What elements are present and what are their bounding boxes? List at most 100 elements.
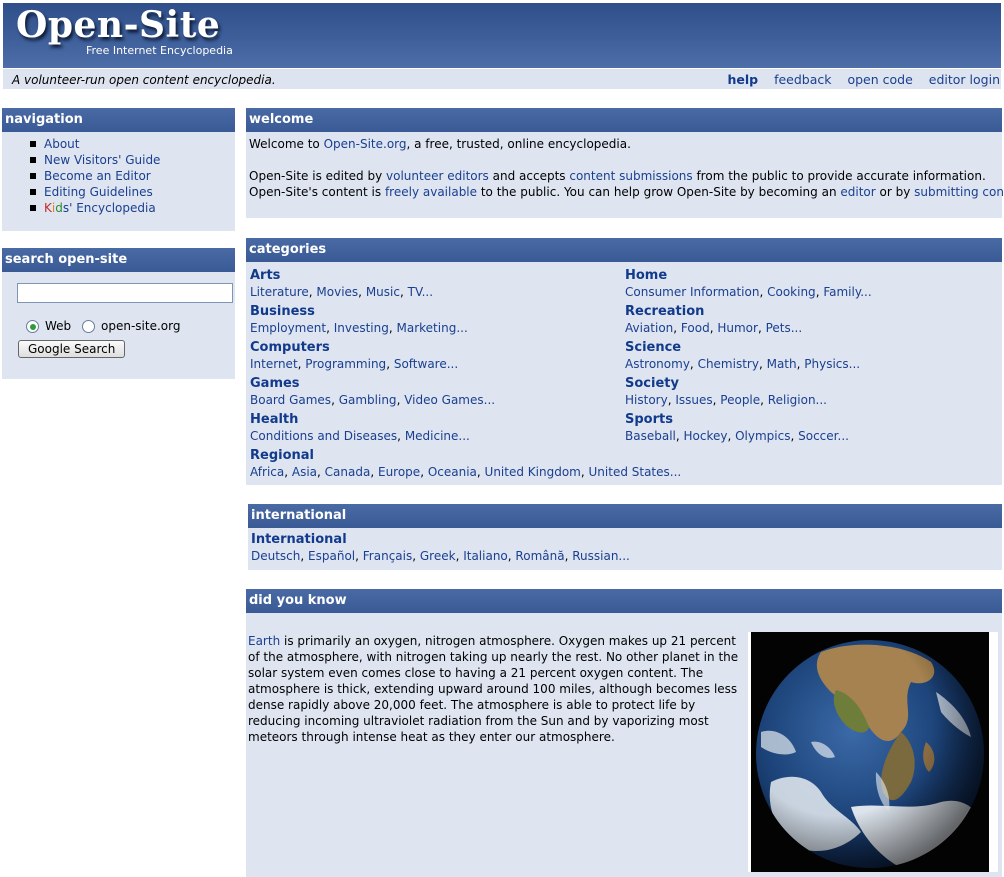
feedback-link[interactable]: feedback bbox=[774, 72, 831, 87]
radio-open-site[interactable] bbox=[82, 320, 95, 333]
category-link-video-games[interactable]: Video Games bbox=[404, 393, 483, 407]
category-link-oceania[interactable]: Oceania bbox=[428, 465, 477, 479]
more-ellipsis[interactable]: ... bbox=[484, 393, 495, 407]
open-code-link[interactable]: open code bbox=[847, 72, 912, 87]
category-link-astronomy[interactable]: Astronomy bbox=[625, 357, 690, 371]
welcome-line-3: Open-Site's content is freely available … bbox=[249, 184, 1004, 200]
category-link-investing[interactable]: Investing bbox=[334, 321, 389, 335]
category-link-europe[interactable]: Europe bbox=[378, 465, 420, 479]
more-ellipsis[interactable]: ... bbox=[838, 429, 849, 443]
language-link-fran-ais[interactable]: Français bbox=[363, 549, 412, 563]
more-ellipsis[interactable]: ... bbox=[456, 321, 467, 335]
more-ellipsis[interactable]: ... bbox=[849, 357, 860, 371]
more-ellipsis[interactable]: ... bbox=[458, 429, 469, 443]
site-logo[interactable]: Open-Site bbox=[16, 4, 220, 46]
more-ellipsis[interactable]: ... bbox=[816, 393, 827, 407]
language-link-espa-ol[interactable]: Español bbox=[308, 549, 355, 563]
editor-login-link[interactable]: editor login bbox=[929, 72, 1000, 87]
international-heading[interactable]: International bbox=[251, 530, 999, 549]
category-link-aviation[interactable]: Aviation bbox=[625, 321, 673, 335]
category-title-recreation[interactable]: Recreation bbox=[625, 304, 802, 320]
category-link-cooking[interactable]: Cooking bbox=[767, 285, 816, 299]
category-title-computers[interactable]: Computers bbox=[250, 340, 458, 356]
freely-available-link[interactable]: freely available bbox=[385, 185, 477, 199]
category-link-people[interactable]: People bbox=[720, 393, 760, 407]
category-link-board-games[interactable]: Board Games bbox=[250, 393, 331, 407]
category-link-religion[interactable]: Religion bbox=[768, 393, 816, 407]
category-title-games[interactable]: Games bbox=[250, 376, 495, 392]
category-link-united-kingdom[interactable]: United Kingdom bbox=[485, 465, 581, 479]
category-link-pets[interactable]: Pets bbox=[766, 321, 791, 335]
category-title-regional[interactable]: Regional bbox=[250, 448, 681, 464]
category-link-programming[interactable]: Programming bbox=[305, 357, 386, 371]
category-title-arts[interactable]: Arts bbox=[250, 268, 433, 284]
google-search-button[interactable]: Google Search bbox=[18, 340, 126, 358]
category-link-software[interactable]: Software bbox=[394, 357, 447, 371]
category-recreation: Recreation Aviation, Food, Humor, Pets... bbox=[625, 304, 802, 336]
category-title-sports[interactable]: Sports bbox=[625, 412, 849, 428]
category-title-business[interactable]: Business bbox=[250, 304, 468, 320]
category-link-hockey[interactable]: Hockey bbox=[684, 429, 728, 443]
category-link-gambling[interactable]: Gambling bbox=[339, 393, 397, 407]
link-separator: , bbox=[355, 549, 363, 563]
earth-image[interactable] bbox=[751, 632, 989, 872]
editor-link[interactable]: editor bbox=[840, 185, 875, 199]
category-link-employment[interactable]: Employment bbox=[250, 321, 326, 335]
category-title-society[interactable]: Society bbox=[625, 376, 827, 392]
category-link-history[interactable]: History bbox=[625, 393, 668, 407]
language-link-rom-n[interactable]: Română bbox=[515, 549, 564, 563]
category-link-tv[interactable]: TV bbox=[408, 285, 422, 299]
category-link-asia[interactable]: Asia bbox=[292, 465, 317, 479]
category-link-canada[interactable]: Canada bbox=[325, 465, 371, 479]
radio-web[interactable] bbox=[26, 320, 39, 333]
open-site-org-link[interactable]: Open-Site.org bbox=[324, 137, 407, 151]
volunteer-editors-link[interactable]: volunteer editors bbox=[386, 169, 489, 183]
language-link-russian[interactable]: Russian bbox=[572, 549, 618, 563]
category-link-conditions-and-diseases[interactable]: Conditions and Diseases bbox=[250, 429, 397, 443]
category-link-consumer-information[interactable]: Consumer Information bbox=[625, 285, 759, 299]
language-link-italiano[interactable]: Italiano bbox=[463, 549, 508, 563]
nav-link-kids-encyclopedia[interactable]: Kids' Encyclopedia bbox=[44, 201, 156, 215]
category-link-physics[interactable]: Physics bbox=[804, 357, 848, 371]
category-link-soccer[interactable]: Soccer bbox=[798, 429, 837, 443]
more-ellipsis[interactable]: ... bbox=[860, 285, 871, 299]
help-link[interactable]: help bbox=[727, 72, 758, 87]
nav-link-editing-guidelines[interactable]: Editing Guidelines bbox=[44, 185, 153, 199]
category-link-africa[interactable]: Africa bbox=[250, 465, 284, 479]
international-links: Deutsch, Español, Français, Greek, Itali… bbox=[251, 549, 999, 563]
language-link-greek[interactable]: Greek bbox=[420, 549, 456, 563]
link-separator: , bbox=[388, 321, 397, 335]
more-ellipsis[interactable]: ... bbox=[670, 465, 681, 479]
category-link-chemistry[interactable]: Chemistry bbox=[698, 357, 759, 371]
category-link-baseball[interactable]: Baseball bbox=[625, 429, 676, 443]
category-title-health[interactable]: Health bbox=[250, 412, 470, 428]
category-link-olympics[interactable]: Olympics bbox=[735, 429, 790, 443]
category-title-home[interactable]: Home bbox=[625, 268, 872, 284]
category-link-math[interactable]: Math bbox=[767, 357, 797, 371]
category-link-humor[interactable]: Humor bbox=[717, 321, 758, 335]
category-link-family[interactable]: Family bbox=[823, 285, 860, 299]
category-link-marketing[interactable]: Marketing bbox=[397, 321, 457, 335]
category-link-internet[interactable]: Internet bbox=[250, 357, 298, 371]
more-ellipsis[interactable]: ... bbox=[447, 357, 458, 371]
search-box: search open-site Web open-site.org Googl… bbox=[2, 248, 235, 379]
more-ellipsis[interactable]: ... bbox=[422, 285, 433, 299]
category-link-literature[interactable]: Literature bbox=[250, 285, 309, 299]
earth-link[interactable]: Earth bbox=[248, 634, 280, 648]
submitting-content-link[interactable]: submitting content bbox=[914, 185, 1004, 199]
category-link-food[interactable]: Food bbox=[681, 321, 710, 335]
nav-link-new-visitors-guide[interactable]: New Visitors' Guide bbox=[44, 153, 160, 167]
content-submissions-link[interactable]: content submissions bbox=[569, 169, 692, 183]
more-ellipsis[interactable]: ... bbox=[791, 321, 802, 335]
category-link-music[interactable]: Music bbox=[366, 285, 400, 299]
nav-link-become-editor[interactable]: Become an Editor bbox=[44, 169, 151, 183]
language-link-deutsch[interactable]: Deutsch bbox=[251, 549, 300, 563]
category-link-movies[interactable]: Movies bbox=[316, 285, 358, 299]
search-input[interactable] bbox=[17, 283, 233, 303]
category-link-medicine[interactable]: Medicine bbox=[405, 429, 459, 443]
nav-link-about[interactable]: About bbox=[44, 137, 79, 151]
category-link-issues[interactable]: Issues bbox=[675, 393, 712, 407]
category-link-united-states[interactable]: United States bbox=[589, 465, 670, 479]
more-ellipsis[interactable]: ... bbox=[618, 549, 629, 563]
category-title-science[interactable]: Science bbox=[625, 340, 860, 356]
